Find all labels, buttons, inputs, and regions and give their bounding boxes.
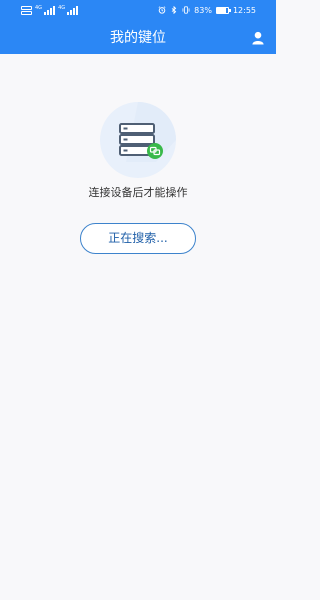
signal-icon [44,6,56,15]
network-type-right: 4G [58,5,66,11]
status-time: 12:55 [232,5,256,15]
network-type-left: 4G [35,5,43,11]
battery-icon [215,6,231,14]
battery-percent: 83% [194,5,212,15]
status-bar: 4G 4G 83% 12:55 [0,0,276,20]
sim-icon [21,6,32,15]
user-icon[interactable] [251,31,265,45]
connection-hint: 连接设备后才能操作 [88,186,188,199]
page-title: 我的键位 [110,30,166,46]
link-icon [147,143,163,159]
status-right-icons: 83% 12:55 [158,4,256,16]
bluetooth-icon [171,6,177,14]
vibrate-icon [182,6,190,14]
battery-fill [216,7,227,13]
device-illustration [100,102,176,178]
signal-icon [67,6,79,15]
alarm-icon [158,6,166,14]
status-left-icons: 4G 4G [21,5,79,16]
searching-button[interactable]: 正在搜索... [80,223,196,254]
